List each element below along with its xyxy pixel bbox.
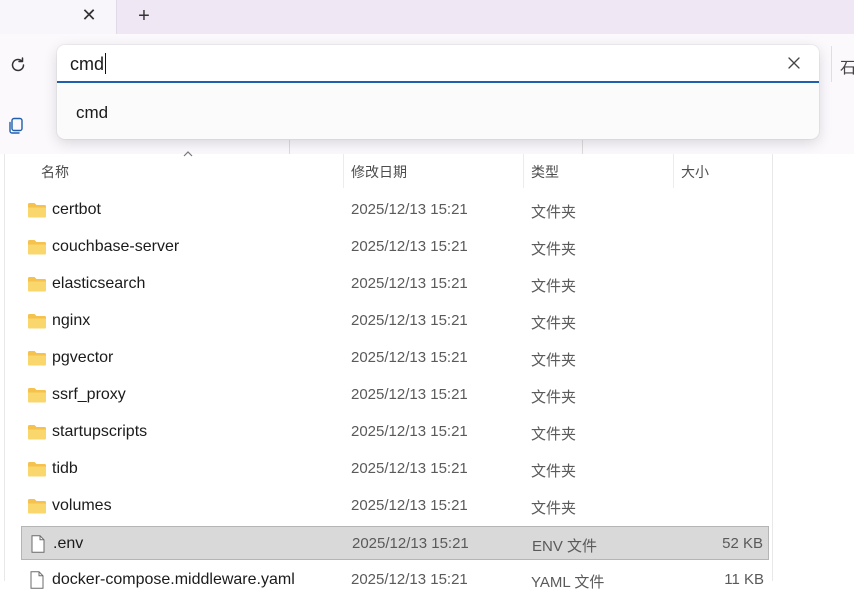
search-suggestion[interactable]: cmd	[57, 85, 819, 135]
file-name: elasticsearch	[52, 275, 146, 292]
folder-icon	[28, 203, 46, 218]
list-item[interactable]: ssrf_proxy 2025/12/13 15:21 文件夹	[21, 378, 769, 412]
file-name: startupscripts	[52, 423, 148, 440]
refresh-icon[interactable]	[8, 55, 28, 75]
file-type: 文件夹	[531, 352, 577, 369]
file-type: 文件夹	[531, 204, 577, 221]
list-item[interactable]: nginx 2025/12/13 15:21 文件夹	[21, 304, 769, 338]
search-dropdown: cmd cmd	[57, 45, 819, 139]
folder-icon	[28, 425, 46, 440]
tab-active[interactable]: ✕	[0, 0, 117, 34]
file-name: tidb	[52, 460, 78, 477]
clear-icon[interactable]	[786, 55, 802, 71]
file-type: 文件夹	[531, 426, 577, 443]
search-input[interactable]: cmd	[57, 45, 819, 83]
file-type: 文件夹	[531, 389, 577, 406]
search-input-value: cmd	[70, 54, 105, 74]
column-divider[interactable]	[343, 154, 344, 188]
file-modified: 2025/12/13 15:21	[351, 497, 468, 514]
file-icon	[30, 571, 44, 589]
folder-icon	[28, 499, 46, 514]
suggestion-label: cmd	[76, 103, 109, 122]
file-size: 11 KB	[724, 571, 764, 588]
file-modified: 2025/12/13 15:21	[351, 312, 468, 329]
file-list: 名称 修改日期 类型 大小 certbot 2025/12/13 15:21 文…	[0, 151, 854, 591]
file-type: 文件夹	[531, 315, 577, 332]
file-modified: 2025/12/13 15:21	[351, 349, 468, 366]
file-size: 52 KB	[722, 535, 763, 552]
folder-icon	[28, 240, 46, 255]
file-name: volumes	[52, 497, 112, 514]
file-name: pgvector	[52, 349, 114, 366]
list-item[interactable]: docker-compose.middleware.yaml 2025/12/1…	[21, 563, 769, 597]
folder-icon	[28, 277, 46, 292]
column-header-modified[interactable]: 修改日期	[351, 162, 407, 182]
folder-icon	[28, 388, 46, 403]
file-modified: 2025/12/13 15:21	[351, 460, 468, 477]
file-name: .env	[53, 535, 84, 552]
divider	[289, 140, 290, 154]
file-modified: 2025/12/13 15:21	[351, 201, 468, 218]
divider	[4, 154, 5, 581]
list-item[interactable]: pgvector 2025/12/13 15:21 文件夹	[21, 341, 769, 375]
list-item[interactable]: certbot 2025/12/13 15:21 文件夹	[21, 193, 769, 227]
file-name: couchbase-server	[52, 238, 180, 255]
folder-icon	[28, 462, 46, 477]
file-icon	[31, 535, 45, 553]
text-caret	[105, 53, 107, 74]
column-header-size[interactable]: 大小	[681, 162, 709, 182]
list-item[interactable]: volumes 2025/12/13 15:21 文件夹	[21, 489, 769, 523]
file-type: 文件夹	[531, 463, 577, 480]
file-name: certbot	[52, 201, 101, 218]
list-item-selected[interactable]: .env 2025/12/13 15:21 ENV 文件 52 KB	[21, 526, 769, 560]
sort-ascending-icon	[183, 151, 193, 157]
truncated-label: 石	[840, 60, 854, 76]
list-item[interactable]: startupscripts 2025/12/13 15:21 文件夹	[21, 415, 769, 449]
column-divider[interactable]	[673, 154, 674, 188]
file-name: docker-compose.middleware.yaml	[52, 571, 295, 588]
file-name: ssrf_proxy	[52, 386, 126, 403]
column-header-name[interactable]: 名称	[41, 162, 69, 182]
file-modified: 2025/12/13 15:21	[351, 386, 468, 403]
folder-icon	[28, 351, 46, 366]
folder-icon	[28, 314, 46, 329]
file-type: ENV 文件	[532, 538, 598, 555]
file-modified: 2025/12/13 15:21	[352, 535, 469, 552]
column-header-row: 名称 修改日期 类型 大小	[0, 151, 772, 188]
file-modified: 2025/12/13 15:21	[351, 275, 468, 292]
copy-icon[interactable]	[6, 116, 26, 136]
close-icon[interactable]: ✕	[80, 6, 98, 24]
tab-strip: ✕ +	[0, 0, 854, 34]
list-item[interactable]: elasticsearch 2025/12/13 15:21 文件夹	[21, 267, 769, 301]
divider	[772, 154, 773, 581]
file-name: nginx	[52, 312, 91, 329]
file-type: 文件夹	[531, 278, 577, 295]
plus-icon[interactable]: +	[134, 6, 154, 26]
file-modified: 2025/12/13 15:21	[351, 423, 468, 440]
divider	[582, 140, 583, 154]
column-divider[interactable]	[523, 154, 524, 188]
file-type: YAML 文件	[531, 574, 605, 591]
list-item[interactable]: couchbase-server 2025/12/13 15:21 文件夹	[21, 230, 769, 264]
file-modified: 2025/12/13 15:21	[351, 571, 468, 588]
divider	[831, 46, 832, 82]
column-header-type[interactable]: 类型	[531, 162, 559, 182]
file-modified: 2025/12/13 15:21	[351, 238, 468, 255]
file-type: 文件夹	[531, 500, 577, 517]
list-item[interactable]: tidb 2025/12/13 15:21 文件夹	[21, 452, 769, 486]
file-type: 文件夹	[531, 241, 577, 258]
